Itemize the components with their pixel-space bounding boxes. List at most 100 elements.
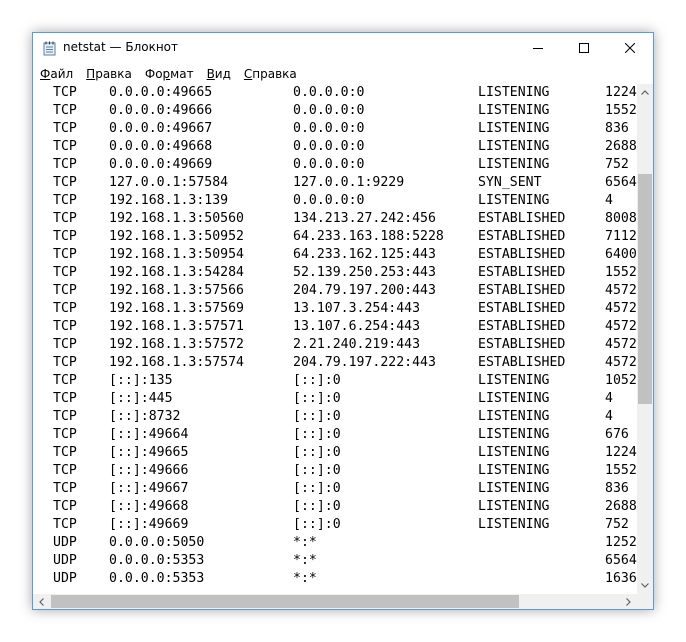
menu-item-text: равка (95, 67, 132, 81)
minimize-button[interactable] (515, 33, 561, 63)
cell-pid: 2688 (605, 499, 637, 514)
menu-item-0[interactable]: Файл (33, 67, 79, 81)
text-line: UDP 0.0.0.0:5050 *:* 1252 (33, 534, 637, 552)
text-editor-area[interactable]: TCP 0.0.0.0:49665 0.0.0.0:0 LISTENING 1224 TC… (33, 84, 637, 594)
cell-foreign-address: 64.233.162.125:443 (293, 247, 436, 262)
text-line: TCP 192.168.1.3:50954 64.233.162.125:443 ES… (33, 246, 637, 264)
cell-foreign-address: *:* (293, 535, 317, 550)
text-line: TCP [::]:49667 [::]:0 LISTENING 836 (33, 480, 637, 498)
menu-item-2[interactable]: Формат (138, 67, 200, 81)
menu-item-accelerator: П (86, 67, 96, 81)
cell-protocol: UDP (53, 553, 77, 568)
vertical-scroll-thumb[interactable] (638, 174, 652, 404)
scroll-down-button[interactable] (637, 577, 653, 594)
cell-foreign-address: [::]:0 (293, 517, 341, 532)
cell-pid: 4 (605, 193, 613, 208)
text-line: TCP 127.0.0.1:57584 127.0.0.1:9229 SYN_SENT… (33, 174, 637, 192)
cell-local-address: [::]:49667 (109, 481, 189, 496)
cell-foreign-address: [::]:0 (293, 481, 341, 496)
menu-item-text: айл (50, 67, 74, 81)
cell-local-address: 0.0.0.0:5353 (109, 553, 205, 568)
cell-state: ESTABLISHED (478, 247, 566, 262)
notepad-icon (43, 41, 56, 56)
minimize-icon (533, 48, 543, 49)
cell-pid: 1052 (605, 373, 637, 388)
cell-protocol: TCP (53, 139, 77, 154)
cell-state: LISTENING (478, 391, 550, 406)
cell-protocol: TCP (53, 391, 77, 406)
cell-pid: 1636 (605, 571, 637, 586)
scroll-up-button[interactable] (637, 84, 653, 101)
text-line: TCP 192.168.1.3:57572 2.21.240.219:443 ESTA… (33, 336, 637, 354)
cell-protocol: TCP (53, 427, 77, 442)
menu-item-1[interactable]: Правка (79, 67, 138, 81)
cell-pid: 2688 (605, 139, 637, 154)
cell-state: LISTENING (478, 481, 550, 496)
cell-foreign-address: *:* (293, 553, 317, 568)
menu-item-accelerator: р (162, 67, 171, 81)
cell-pid: 6400 (605, 247, 637, 262)
maximize-icon (579, 43, 589, 53)
text-line: TCP [::]:135 [::]:0 LISTENING 1052 (33, 372, 637, 390)
scroll-left-button[interactable] (33, 594, 50, 609)
text-line: TCP [::]:8732 [::]:0 LISTENING 4 (33, 408, 637, 426)
cell-pid: 4 (605, 409, 613, 424)
cell-pid: 1224 (605, 85, 637, 100)
chevron-up-icon (641, 90, 649, 95)
text-line: TCP [::]:49668 [::]:0 LISTENING 2688 (33, 498, 637, 516)
chevron-left-icon (39, 597, 44, 606)
vertical-scrollbar[interactable] (637, 84, 653, 594)
cell-protocol: TCP (53, 229, 77, 244)
cell-foreign-address: 0.0.0.0:0 (293, 157, 365, 172)
text-line: TCP 192.168.1.3:50952 64.233.163.188:5228 E… (33, 228, 637, 246)
cell-pid: 6564 (605, 553, 637, 568)
cell-local-address: [::]:8732 (109, 409, 181, 424)
cell-state: LISTENING (478, 445, 550, 460)
menu-item-3[interactable]: Вид (200, 67, 237, 81)
cell-foreign-address: 0.0.0.0:0 (293, 193, 365, 208)
cell-state: LISTENING (478, 373, 550, 388)
horizontal-scroll-thumb[interactable] (51, 595, 519, 608)
menu-item-text: правка (252, 67, 297, 81)
cell-local-address: 192.168.1.3:139 (109, 193, 229, 208)
menu-item-4[interactable]: Справка (237, 67, 303, 81)
cell-pid: 1224 (605, 445, 637, 460)
cell-protocol: TCP (53, 409, 77, 424)
cell-foreign-address: 64.233.163.188:5228 (293, 229, 444, 244)
horizontal-scrollbar[interactable] (33, 594, 637, 609)
text-line: TCP [::]:49669 [::]:0 LISTENING 752 (33, 516, 637, 534)
cell-protocol: TCP (53, 445, 77, 460)
cell-state: ESTABLISHED (478, 211, 566, 226)
cell-foreign-address: *:* (293, 571, 317, 586)
cell-state: ESTABLISHED (478, 355, 566, 370)
scroll-right-button[interactable] (620, 594, 637, 609)
cell-local-address: 0.0.0.0:49667 (109, 121, 213, 136)
cell-foreign-address: [::]:0 (293, 427, 341, 442)
cell-state: LISTENING (478, 463, 550, 478)
cell-protocol: TCP (53, 175, 77, 190)
close-icon (625, 43, 635, 53)
cell-foreign-address: 0.0.0.0:0 (293, 121, 365, 136)
cell-protocol: TCP (53, 319, 77, 334)
text-line: TCP 0.0.0.0:49665 0.0.0.0:0 LISTENING 1224 (33, 84, 637, 102)
notepad-window: netstat — Блокнот Файл Правка Формат Вид Спр… (32, 32, 654, 610)
cell-protocol: TCP (53, 355, 77, 370)
chevron-right-icon (626, 597, 631, 606)
menu-bar: Файл Правка Формат Вид Справка (33, 64, 653, 84)
maximize-button[interactable] (561, 33, 607, 63)
cell-local-address: [::]:49668 (109, 499, 189, 514)
title-bar[interactable]: netstat — Блокнот (33, 33, 653, 63)
cell-foreign-address: 204.79.197.222:443 (293, 355, 436, 370)
cell-protocol: UDP (53, 571, 77, 586)
text-line: TCP 192.168.1.3:139 0.0.0.0:0 LISTENING 4 (33, 192, 637, 210)
cell-local-address: 192.168.1.3:57574 (109, 355, 244, 370)
cell-foreign-address: 2.21.240.219:443 (293, 337, 421, 352)
close-button[interactable] (607, 33, 653, 63)
cell-pid: 1552 (605, 463, 637, 478)
cell-local-address: 0.0.0.0:5353 (109, 571, 205, 586)
cell-foreign-address: 52.139.250.253:443 (293, 265, 436, 280)
cell-foreign-address: 13.107.6.254:443 (293, 319, 421, 334)
cell-local-address: 0.0.0.0:49665 (109, 85, 213, 100)
cell-local-address: [::]:49664 (109, 427, 189, 442)
cell-pid: 4572 (605, 319, 637, 334)
